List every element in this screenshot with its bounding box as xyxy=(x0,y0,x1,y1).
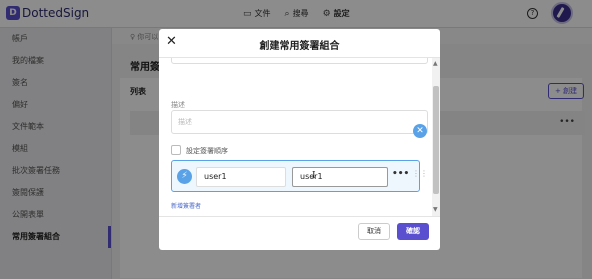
remove-signer-icon[interactable]: ✕ xyxy=(413,124,427,138)
scrollbar[interactable]: ▲ ▼ xyxy=(432,58,440,216)
dialog-header: ✕ 創建常用簽署組合 xyxy=(159,29,440,58)
signer-row: ⚡ user1 user1 I ••• ⋮⋮ xyxy=(171,160,428,192)
signer-name-field[interactable]: user1 xyxy=(196,167,286,187)
dialog-body: 描述 描述 設定簽署順序 ⚡ user1 user1 I ••• ⋮⋮ 新增簽署… xyxy=(159,58,432,216)
add-signer-link[interactable]: 新增簽署者 xyxy=(171,201,201,210)
signing-order-checkbox[interactable] xyxy=(171,145,181,155)
scrollbar-thumb[interactable] xyxy=(433,86,439,194)
dialog-title: 創建常用簽署組合 xyxy=(259,41,340,52)
text-cursor-icon: I xyxy=(312,171,316,181)
cancel-button[interactable]: 取消 xyxy=(358,223,390,240)
drag-handle-icon[interactable]: ⋮⋮ xyxy=(412,170,428,178)
signer-type-icon[interactable]: ⚡ xyxy=(177,169,192,184)
dialog-footer: 取消 確認 xyxy=(159,216,440,250)
description-label: 描述 xyxy=(171,101,185,109)
description-input[interactable]: 描述 xyxy=(171,110,428,134)
signer-email-field[interactable]: user1 xyxy=(292,167,388,187)
more-options-icon[interactable]: ••• xyxy=(392,169,409,179)
create-signer-group-dialog: ✕ 創建常用簽署組合 描述 描述 設定簽署順序 ⚡ user1 user1 I … xyxy=(159,29,440,250)
signing-order-label: 設定簽署順序 xyxy=(186,147,228,155)
scroll-up-icon[interactable]: ▲ xyxy=(433,60,438,67)
group-name-input[interactable] xyxy=(171,58,428,64)
scroll-down-icon[interactable]: ▼ xyxy=(433,206,438,213)
confirm-button[interactable]: 確認 xyxy=(397,223,429,240)
